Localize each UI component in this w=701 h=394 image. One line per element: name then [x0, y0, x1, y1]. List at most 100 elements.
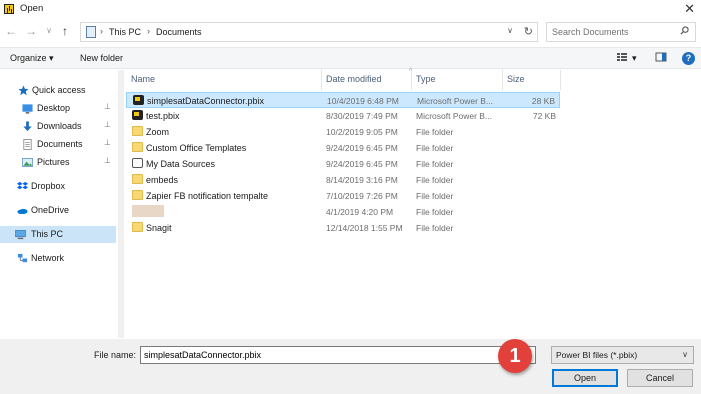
pin-icon[interactable]: ⊥: [104, 120, 111, 129]
organize-menu[interactable]: Organize ▾: [10, 53, 54, 64]
chevron-down-icon: ∨: [682, 350, 688, 359]
sidebar-item-quick-access[interactable]: Quick access: [0, 82, 116, 99]
file-type: File folder: [416, 175, 454, 185]
sidebar-item-label: Documents: [37, 139, 83, 149]
file-name: Snagit: [146, 223, 172, 233]
file-type: File folder: [416, 159, 454, 169]
up-button[interactable]: ↑: [58, 23, 72, 39]
cancel-button[interactable]: Cancel: [627, 369, 693, 387]
file-name: Zapier FB notification tempalte: [146, 191, 269, 201]
sidebar-item-pictures[interactable]: Pictures ⊥: [0, 154, 116, 171]
network-icon: [17, 253, 28, 263]
column-header-row: ^ Name Date modified Type Size: [126, 68, 686, 90]
file-type: Microsoft Power B...: [416, 111, 493, 121]
pin-icon[interactable]: ⊥: [104, 156, 111, 165]
sidebar-item-desktop[interactable]: Desktop ⊥: [0, 100, 116, 117]
dialog-footer: File name: Power BI files (*.pbix) ∨ Ope…: [0, 339, 701, 394]
pictures-icon: [22, 158, 33, 167]
sidebar-item-label: Dropbox: [31, 181, 66, 191]
title-bar: Open ✕: [0, 0, 701, 18]
column-divider[interactable]: [502, 70, 503, 90]
breadcrumb-documents[interactable]: Documents: [156, 27, 202, 37]
column-divider[interactable]: [411, 70, 412, 90]
file-date: 12/14/2018 1:55 PM: [326, 223, 403, 233]
file-type-dropdown[interactable]: Power BI files (*.pbix) ∨: [551, 346, 694, 364]
window-title: Open: [20, 3, 44, 14]
sidebar-item-this-pc[interactable]: This PC: [0, 226, 116, 243]
dropbox-icon: [17, 181, 28, 190]
navigation-pane: Quick access Desktop ⊥ Downloads ⊥ Docum…: [0, 70, 118, 338]
column-divider[interactable]: [321, 70, 322, 90]
file-row-zapier-fb-notification[interactable]: Zapier FB notification tempalte 7/10/201…: [126, 188, 560, 204]
sidebar-item-documents[interactable]: Documents ⊥: [0, 136, 116, 153]
file-date: 8/14/2019 3:16 PM: [326, 175, 398, 185]
file-name: Custom Office Templates: [146, 143, 247, 153]
file-type: Microsoft Power B...: [417, 96, 494, 106]
new-folder-button[interactable]: New folder: [80, 53, 123, 63]
file-row-test[interactable]: test.pbix 8/30/2019 7:49 PM Microsoft Po…: [126, 108, 560, 124]
file-type: File folder: [416, 223, 454, 233]
column-divider[interactable]: [560, 70, 561, 90]
download-icon: [23, 121, 32, 132]
preview-pane-icon[interactable]: [655, 51, 667, 63]
recent-locations-dropdown[interactable]: ∨: [42, 23, 56, 39]
sidebar-item-dropbox[interactable]: Dropbox: [0, 178, 116, 195]
folder-icon: [132, 174, 143, 184]
file-date: 10/2/2019 9:05 PM: [326, 127, 398, 137]
back-button[interactable]: ←: [4, 23, 18, 39]
file-row-zoom[interactable]: Zoom 10/2/2019 9:05 PM File folder: [126, 124, 560, 140]
sidebar-item-label: Pictures: [37, 157, 70, 167]
sidebar-item-network[interactable]: Network: [0, 250, 116, 267]
file-row-redacted[interactable]: 4/1/2019 4:20 PM File folder: [126, 204, 560, 220]
navigation-scrollbar[interactable]: [118, 70, 124, 338]
breadcrumb-separator: ›: [100, 26, 103, 36]
column-type[interactable]: Type: [416, 74, 436, 84]
file-date: 7/10/2019 7:26 PM: [326, 191, 398, 201]
file-row-my-data-sources[interactable]: My Data Sources 9/24/2019 6:45 PM File f…: [126, 156, 560, 172]
view-dropdown-caret[interactable]: ▾: [632, 53, 637, 64]
file-row-simplesatdataconnector[interactable]: simplesatDataConnector.pbix 10/4/2019 6:…: [126, 92, 560, 108]
file-row-custom-office-templates[interactable]: Custom Office Templates 9/24/2019 6:45 P…: [126, 140, 560, 156]
forward-button[interactable]: →: [24, 23, 38, 39]
file-row-snagit[interactable]: Snagit 12/14/2018 1:55 PM File folder: [126, 220, 560, 236]
file-date: 10/4/2019 6:48 PM: [327, 96, 399, 106]
refresh-icon[interactable]: ↻: [524, 25, 533, 38]
folder-icon: [132, 142, 143, 152]
sidebar-item-label: Network: [31, 253, 65, 263]
step-number-badge: 1: [498, 339, 532, 373]
close-button[interactable]: ✕: [684, 1, 695, 17]
column-date-modified[interactable]: Date modified: [326, 74, 382, 84]
column-size[interactable]: Size: [507, 74, 525, 84]
pbix-file-icon: [133, 95, 144, 105]
column-name[interactable]: Name: [131, 74, 155, 84]
file-type: File folder: [416, 191, 454, 201]
sidebar-item-label: Quick access: [32, 85, 86, 95]
address-bar[interactable]: › This PC › Documents ∨ ↻: [80, 22, 538, 42]
breadcrumb-this-pc[interactable]: This PC: [109, 27, 141, 37]
help-icon[interactable]: ?: [682, 52, 695, 65]
pc-icon: [15, 230, 26, 240]
sidebar-item-onedrive[interactable]: OneDrive: [0, 202, 116, 219]
organize-label: Organize: [10, 53, 47, 63]
view-options-icon[interactable]: [616, 51, 628, 63]
search-icon: [680, 26, 689, 35]
star-icon: [18, 85, 29, 96]
data-sources-folder-icon: [132, 158, 143, 168]
file-row-embeds[interactable]: embeds 8/14/2019 3:16 PM File folder: [126, 172, 560, 188]
folder-icon: [132, 222, 143, 232]
file-name-field[interactable]: [140, 346, 536, 364]
open-button[interactable]: Open: [552, 369, 618, 387]
file-name: embeds: [146, 175, 179, 185]
file-name: My Data Sources: [146, 159, 216, 169]
search-input[interactable]: Search Documents: [546, 22, 696, 42]
address-row: ← → ∨ ↑ › This PC › Documents ∨ ↻ Search…: [0, 22, 701, 42]
file-date: 9/24/2019 6:45 PM: [326, 143, 398, 153]
sidebar-item-downloads[interactable]: Downloads ⊥: [0, 118, 116, 135]
desktop-icon: [22, 104, 33, 114]
address-dropdown-icon[interactable]: ∨: [507, 26, 513, 35]
pin-icon[interactable]: ⊥: [104, 138, 111, 147]
command-toolbar: Organize ▾ New folder ▾ ?: [0, 47, 701, 69]
pin-icon[interactable]: ⊥: [104, 102, 111, 111]
file-date: 9/24/2019 6:45 PM: [326, 159, 398, 169]
sidebar-item-label: Downloads: [37, 121, 82, 131]
